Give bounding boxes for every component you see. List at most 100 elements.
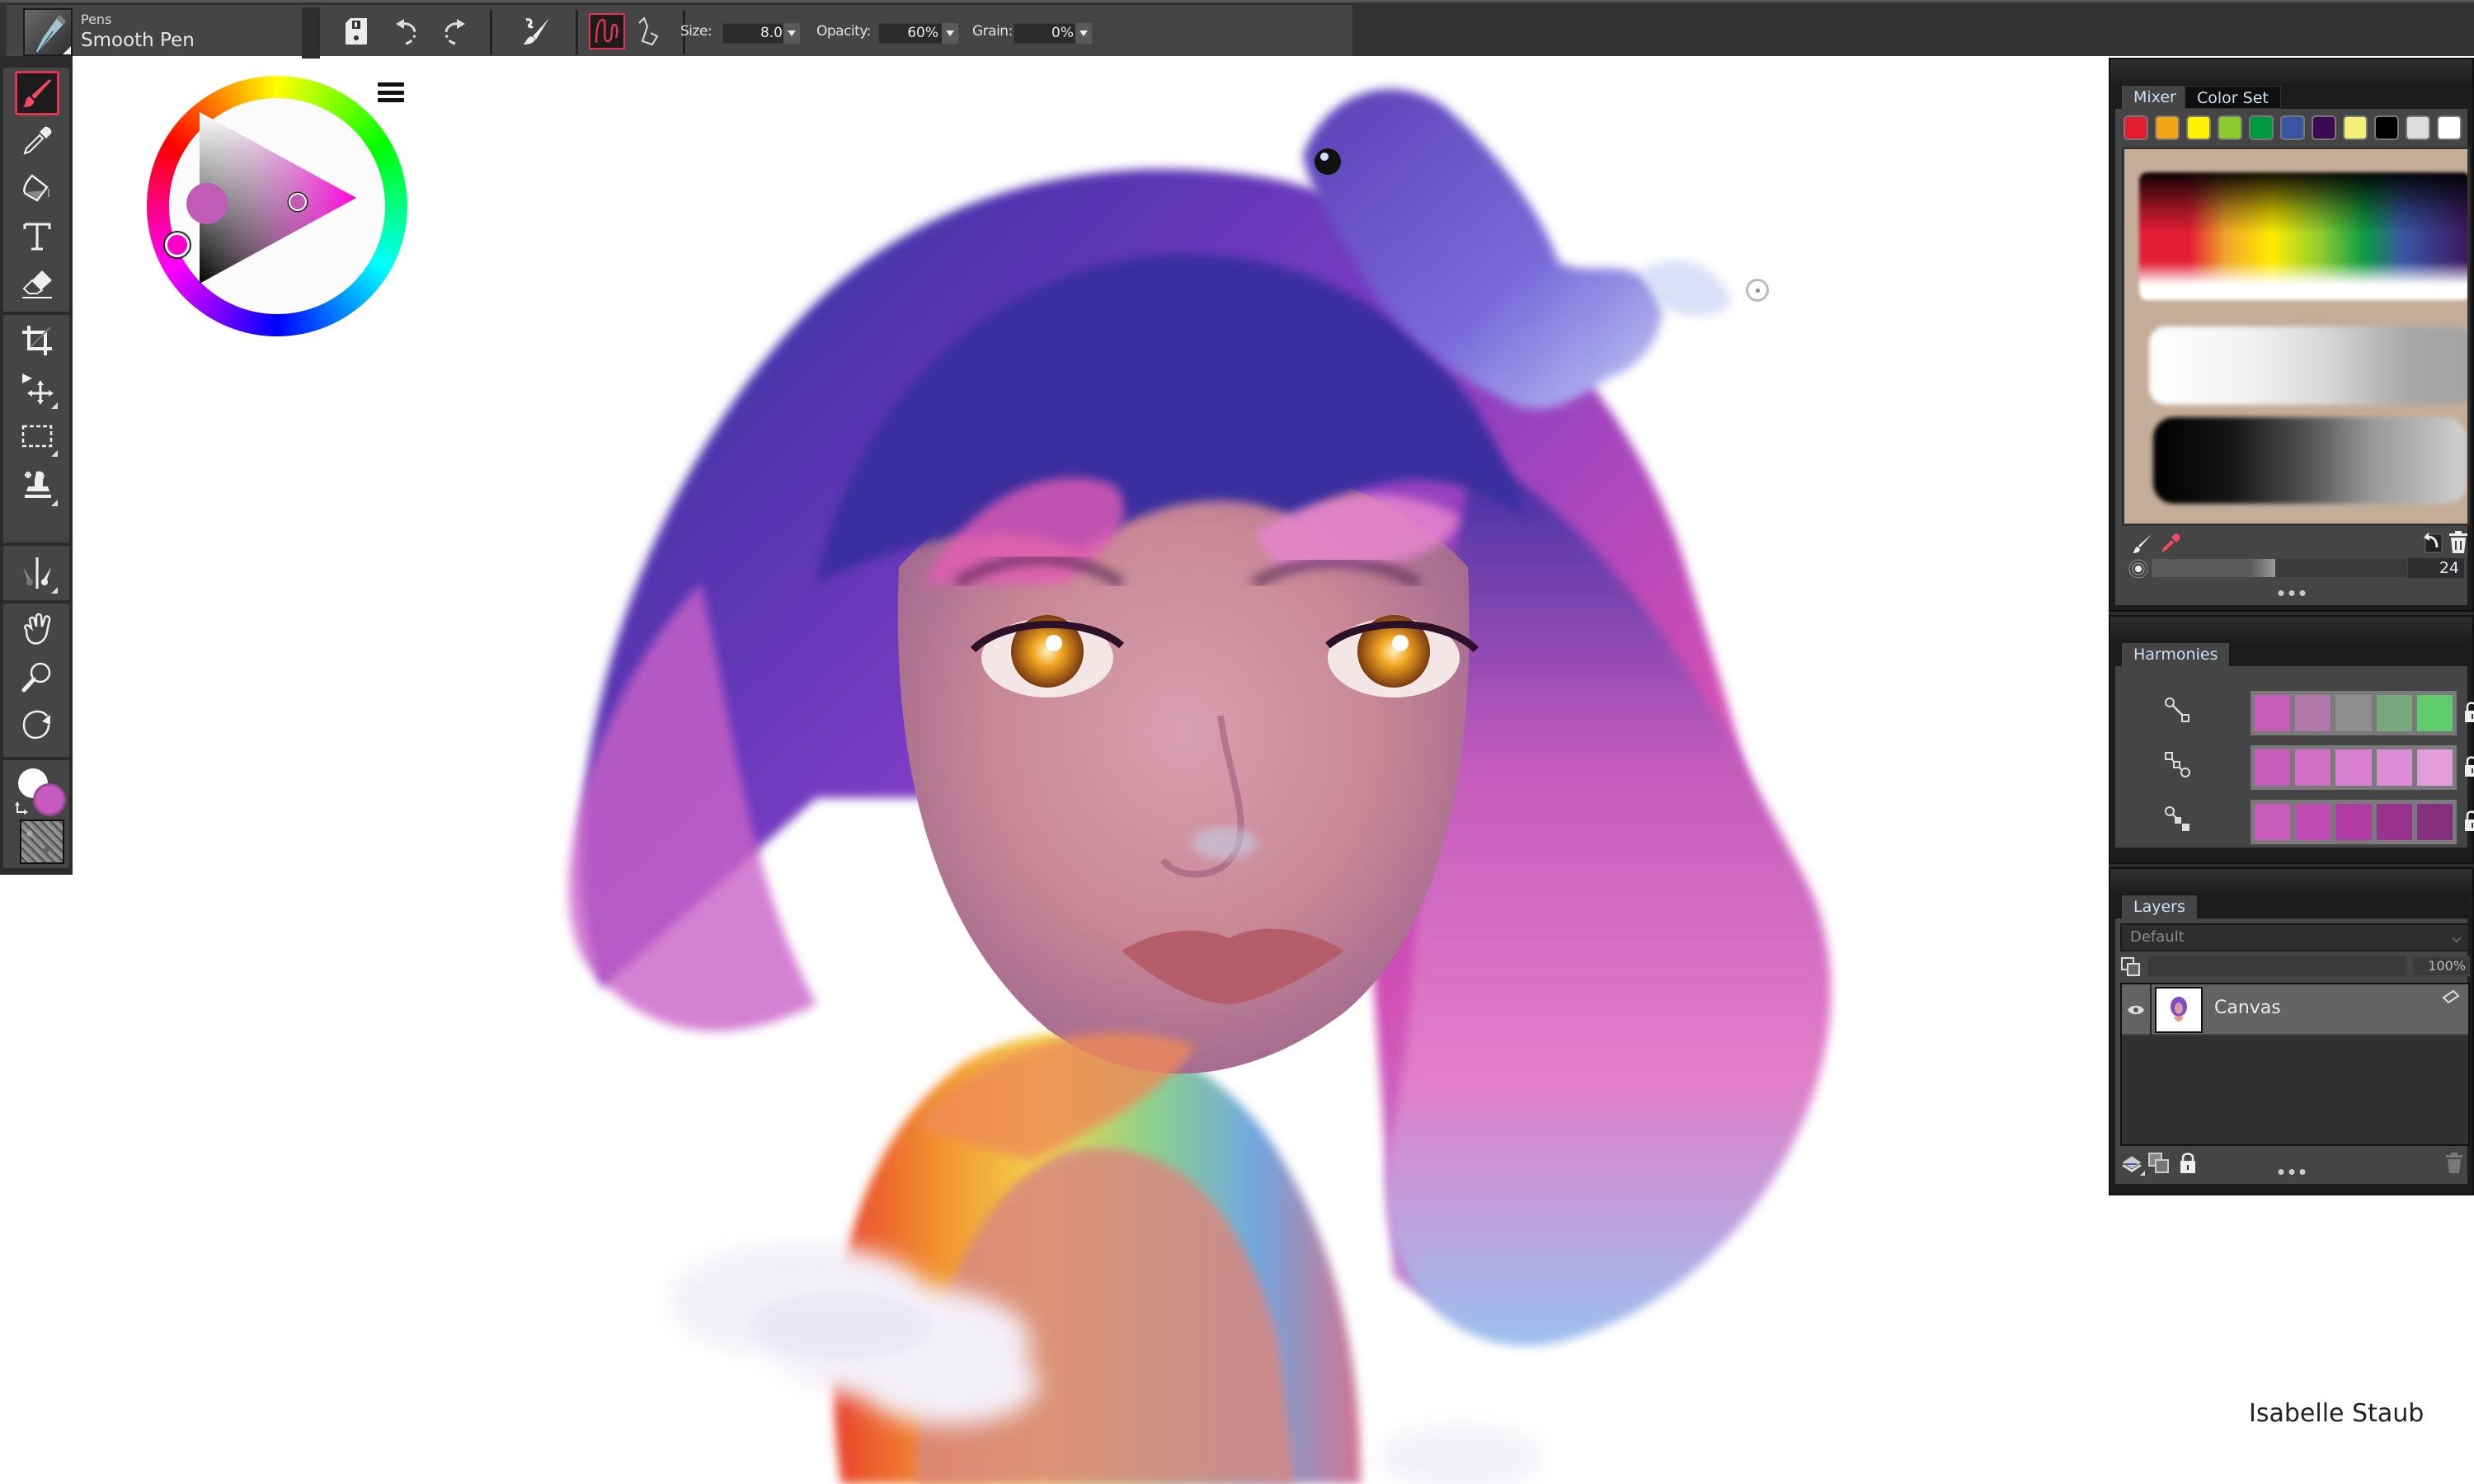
dropper-tool[interactable] [15, 119, 59, 163]
redo-button[interactable] [437, 13, 473, 49]
hue-handle[interactable] [165, 232, 190, 257]
lock-layer-icon[interactable] [2180, 1151, 2196, 1174]
harmonies-panel: Harmonies [2109, 615, 2474, 864]
tab-layers[interactable]: Layers [2122, 895, 2197, 918]
harmony-swatch[interactable] [2335, 695, 2372, 731]
delete-layer-icon[interactable] [2445, 1153, 2463, 1174]
tool-group-paint [3, 68, 69, 312]
mixer-brush-size-slider[interactable] [2152, 559, 2409, 577]
new-layer-icon[interactable] [2148, 1153, 2170, 1174]
unlock-icon[interactable] [2463, 701, 2474, 724]
mixer-swatch[interactable] [2249, 115, 2274, 140]
mixer-swatch[interactable] [2155, 115, 2180, 140]
main-color-swatch[interactable] [33, 783, 66, 816]
harmony-swatch[interactable] [2376, 804, 2412, 840]
grain-field[interactable]: 0% [1014, 23, 1078, 44]
rectangular-selection-tool[interactable] [15, 414, 59, 458]
size-dropdown-button[interactable] [783, 23, 800, 44]
harmony-swatch[interactable] [2416, 804, 2453, 840]
trash-icon[interactable] [2448, 531, 2468, 554]
save-button[interactable] [338, 13, 374, 49]
straight-line-stroke-icon [638, 16, 659, 46]
panel-more-options[interactable] [2278, 590, 2305, 596]
layer-commands-icon[interactable] [2120, 1153, 2145, 1176]
mixer-swatch[interactable] [2186, 115, 2211, 140]
harmonies-panel-tabs: Harmonies [2115, 641, 2467, 666]
mixer-swatch[interactable] [2124, 115, 2148, 140]
tab-harmonies[interactable]: Harmonies [2122, 643, 2230, 666]
layer-opacity-slider[interactable] [2148, 956, 2406, 976]
layer-visibility-toggle[interactable] [2122, 984, 2152, 1036]
grabber-tool[interactable] [15, 607, 59, 651]
preserve-transparency-icon[interactable] [2442, 989, 2460, 1004]
cloner-tool[interactable] [15, 463, 59, 508]
clear-pad-undo-icon[interactable] [2422, 531, 2443, 554]
undo-button[interactable] [388, 13, 424, 49]
mirror-painting-icon [23, 557, 51, 589]
text-tool[interactable] [15, 214, 59, 259]
unlock-icon[interactable] [2463, 810, 2474, 833]
grain-dropdown-button[interactable] [1075, 23, 1092, 44]
panel-header[interactable] [2110, 617, 2472, 641]
complementary-harmony-icon[interactable] [2165, 697, 2191, 724]
shades-harmony-icon[interactable] [2165, 806, 2191, 833]
harmony-swatch[interactable] [2255, 804, 2291, 840]
harmony-swatch[interactable] [2295, 695, 2331, 731]
brush-tool[interactable] [15, 71, 59, 115]
rotate-page-tool[interactable] [15, 702, 59, 747]
eraser-tool[interactable] [15, 262, 59, 307]
paint-bucket-tool[interactable] [15, 167, 59, 211]
magnifier-tool[interactable] [15, 655, 59, 699]
harmony-swatch[interactable] [2295, 804, 2331, 840]
mixer-panel: Mixer Color Set 24 [2109, 58, 2474, 612]
layer-adjuster-tool[interactable] [15, 366, 59, 411]
mixer-swatch[interactable] [2218, 115, 2242, 140]
harmony-swatch[interactable] [2255, 695, 2291, 731]
mixer-pad[interactable] [2122, 147, 2470, 526]
freehand-strokes-button[interactable] [589, 13, 625, 49]
harmony-swatch[interactable] [2376, 695, 2412, 731]
opacity-field[interactable]: 60% [878, 23, 943, 44]
mixer-swatch[interactable] [2312, 115, 2336, 140]
opacity-dropdown-button[interactable] [942, 23, 958, 44]
harmony-swatch[interactable] [2376, 749, 2412, 786]
brush-category-label: Pens [81, 12, 112, 27]
panel-header[interactable] [2110, 59, 2472, 84]
hamburger-menu-icon[interactable] [378, 81, 404, 104]
mirror-painting-tool[interactable] [15, 551, 59, 595]
crop-tool[interactable] [15, 318, 59, 363]
mixer-swatch[interactable] [2280, 115, 2305, 140]
brush-selector[interactable] [23, 8, 73, 56]
brush-tracking-button[interactable] [518, 13, 554, 49]
composite-method-dropdown[interactable]: Default [2120, 923, 2470, 951]
apply-color-icon[interactable] [2132, 533, 2153, 554]
mixer-brush-size-field[interactable]: 24 [2407, 557, 2465, 579]
layer-row[interactable]: Canvas [2122, 984, 2468, 1036]
tab-mixer[interactable]: Mixer [2122, 86, 2188, 109]
painter-app-window: Isabelle Staub Pens Smooth Pen Size: 8.0… [0, 0, 2474, 1484]
saturation-value-handle[interactable] [289, 193, 307, 211]
harmony-swatch[interactable] [2335, 749, 2372, 786]
unlock-icon[interactable] [2463, 755, 2474, 778]
harmony-swatch[interactable] [2416, 749, 2453, 786]
mixer-swatch[interactable] [2374, 115, 2399, 140]
straight-line-strokes-button[interactable] [630, 13, 666, 49]
tab-color-set[interactable]: Color Set [2185, 86, 2281, 109]
harmony-swatch[interactable] [2416, 695, 2453, 731]
mixer-swatch[interactable] [2406, 115, 2430, 140]
swap-colors-icon[interactable] [15, 801, 28, 815]
harmony-swatch[interactable] [2335, 804, 2372, 840]
mixer-brush-size-row: 24 [2120, 556, 2472, 580]
harmony-swatch[interactable] [2295, 749, 2331, 786]
mixer-swatch[interactable] [2437, 115, 2462, 140]
sample-color-icon[interactable] [2160, 533, 2181, 554]
size-field[interactable]: 8.0 [722, 23, 787, 44]
layer-opacity-value[interactable]: 100% [2412, 956, 2470, 976]
paper-selector[interactable] [20, 819, 64, 864]
color-wheel[interactable] [147, 76, 407, 336]
harmony-swatch[interactable] [2255, 749, 2291, 786]
tints-harmony-icon[interactable] [2165, 752, 2191, 778]
panel-header[interactable] [2110, 869, 2472, 894]
mixer-swatch[interactable] [2343, 115, 2368, 140]
panel-more-options[interactable] [2278, 1169, 2305, 1175]
